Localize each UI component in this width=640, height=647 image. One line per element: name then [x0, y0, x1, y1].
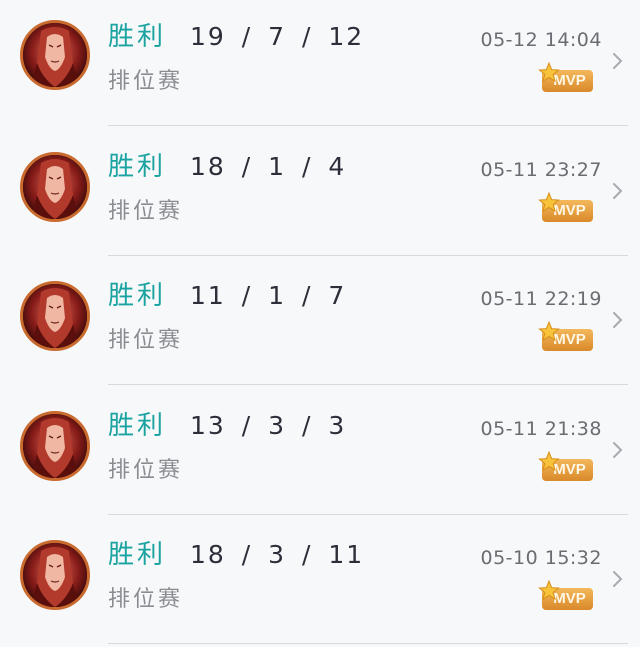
match-time: 05-11 21:38 — [480, 418, 602, 440]
match-mode: 排位赛 — [108, 199, 184, 224]
star-icon — [538, 579, 560, 606]
match-kda: 11 / 1 / 7 — [190, 281, 347, 310]
star-icon — [538, 320, 560, 347]
match-time: 05-10 15:32 — [480, 547, 602, 569]
mvp-badge: MVP — [538, 450, 594, 485]
match-kda: 19 / 7 / 12 — [190, 22, 365, 51]
chevron-right-icon[interactable] — [612, 441, 624, 459]
row-divider — [108, 255, 628, 256]
match-mode: 排位赛 — [108, 458, 184, 483]
match-row[interactable]: 胜利 18 / 1 / 4 排位赛 05-11 23:27 MVP — [0, 130, 640, 259]
match-kda: 13 / 3 / 3 — [190, 411, 347, 440]
hero-portrait-icon — [20, 152, 90, 222]
match-mode: 排位赛 — [108, 587, 184, 612]
match-mode: 排位赛 — [108, 69, 184, 94]
mvp-badge: MVP — [538, 61, 594, 96]
match-result: 胜利 — [108, 152, 167, 182]
match-row[interactable]: 胜利 13 / 3 / 3 排位赛 05-11 21:38 MVP — [0, 389, 640, 518]
match-row[interactable]: 胜利 18 / 3 / 11 排位赛 05-10 15:32 MVP — [0, 518, 640, 647]
hero-portrait-icon — [20, 281, 90, 351]
match-history-list: 胜利 19 / 7 / 12 排位赛 05-12 14:04 MVP 胜利 18… — [0, 0, 640, 646]
chevron-right-icon[interactable] — [612, 52, 624, 70]
chevron-right-icon[interactable] — [612, 311, 624, 329]
match-time: 05-12 14:04 — [480, 29, 602, 51]
row-divider — [108, 384, 628, 385]
mvp-badge: MVP — [538, 191, 594, 226]
row-divider — [108, 125, 628, 126]
match-result: 胜利 — [108, 22, 167, 52]
row-divider — [108, 643, 628, 644]
match-kda: 18 / 3 / 11 — [190, 540, 365, 569]
match-kda: 18 / 1 / 4 — [190, 152, 347, 181]
match-time: 05-11 23:27 — [480, 159, 602, 181]
match-mode: 排位赛 — [108, 328, 184, 353]
chevron-right-icon[interactable] — [612, 570, 624, 588]
star-icon — [538, 191, 560, 218]
match-row[interactable]: 胜利 11 / 1 / 7 排位赛 05-11 22:19 MVP — [0, 259, 640, 388]
hero-portrait-icon — [20, 411, 90, 481]
mvp-badge: MVP — [538, 579, 594, 614]
hero-portrait-icon — [20, 20, 90, 90]
mvp-badge: MVP — [538, 320, 594, 355]
star-icon — [538, 61, 560, 88]
row-divider — [108, 514, 628, 515]
match-result: 胜利 — [108, 281, 167, 311]
match-row[interactable]: 胜利 19 / 7 / 12 排位赛 05-12 14:04 MVP — [0, 0, 640, 129]
hero-portrait-icon — [20, 540, 90, 610]
match-result: 胜利 — [108, 540, 167, 570]
match-time: 05-11 22:19 — [480, 288, 602, 310]
star-icon — [538, 450, 560, 477]
match-result: 胜利 — [108, 411, 167, 441]
chevron-right-icon[interactable] — [612, 182, 624, 200]
